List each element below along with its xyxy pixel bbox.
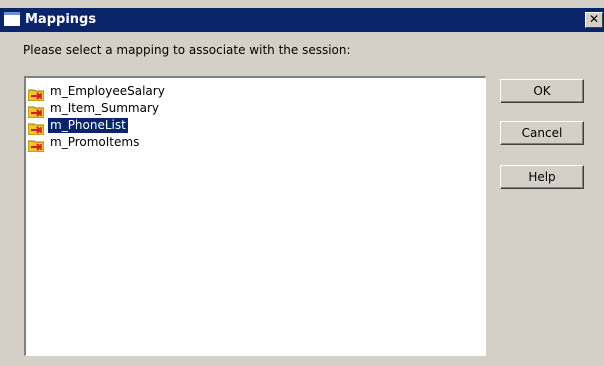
mapping-folder-icon (27, 103, 45, 118)
list-item-promo-items[interactable]: m_PromoItems (27, 134, 141, 152)
mappings-dialog: Mappings ✕ Please select a mapping to as… (0, 0, 604, 366)
list-item-label: m_PromoItems (50, 135, 140, 149)
list-item-phone-list[interactable]: m_PhoneList (27, 117, 129, 135)
mapping-folder-icon (27, 137, 45, 152)
list-item-employee-salary[interactable]: m_EmployeeSalary (27, 83, 167, 101)
mapping-folder-icon (27, 120, 45, 135)
list-item-item-summary[interactable]: m_Item_Summary (27, 100, 161, 118)
list-item-label-selected: m_PhoneList (47, 117, 129, 134)
list-item-label: m_EmployeeSalary (50, 84, 165, 98)
close-button[interactable]: ✕ (585, 12, 603, 28)
title-bar[interactable]: Mappings ✕ (0, 8, 604, 32)
mapping-listbox[interactable]: m_EmployeeSalary m_Item_Summary m_PhoneL… (24, 76, 486, 356)
prompt-label: Please select a mapping to associate wit… (23, 43, 351, 57)
help-button[interactable]: Help (500, 165, 584, 189)
window-title: Mappings (25, 12, 97, 27)
cancel-button[interactable]: Cancel (500, 121, 584, 145)
list-item-label: m_Item_Summary (50, 101, 159, 115)
ok-button[interactable]: OK (500, 79, 584, 103)
mapping-folder-icon (27, 86, 45, 101)
window-icon (4, 12, 20, 26)
